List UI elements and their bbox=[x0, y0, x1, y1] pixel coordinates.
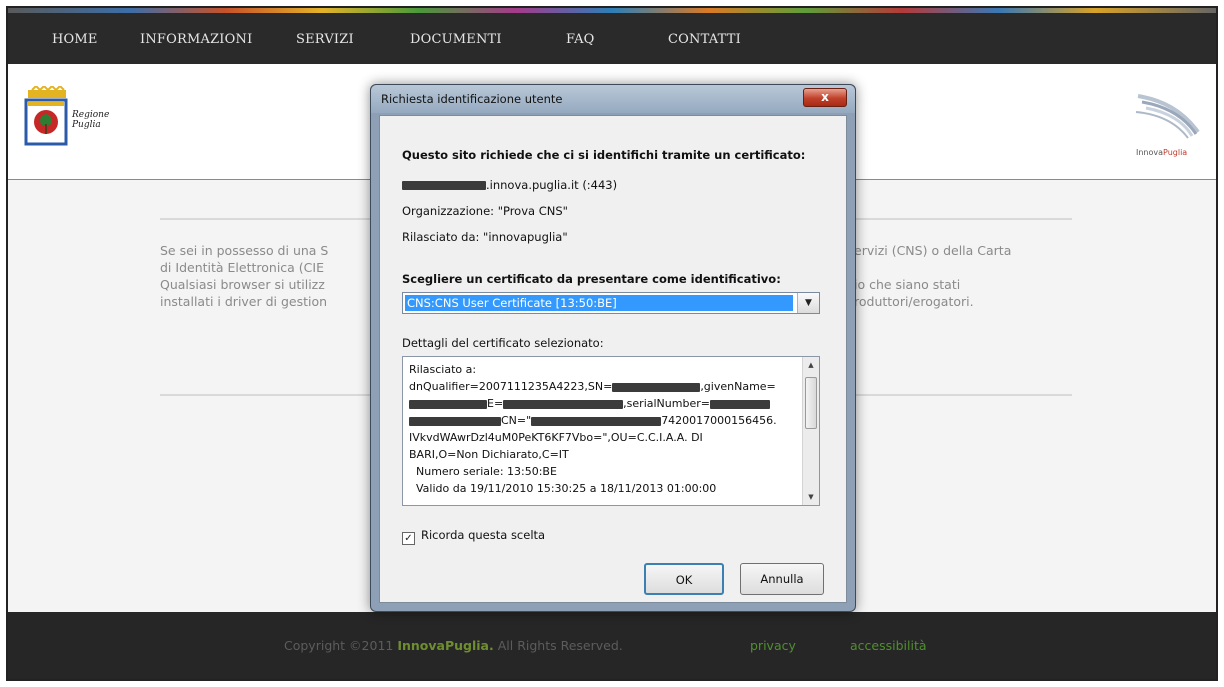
nav-documenti[interactable]: DOCUMENTI bbox=[410, 32, 502, 47]
details-email: E= bbox=[487, 397, 504, 410]
chevron-down-icon[interactable]: ▼ bbox=[797, 293, 819, 313]
scroll-up-icon[interactable]: ▲ bbox=[803, 357, 819, 373]
certificate-details-text: Rilasciato a: dnQualifier=2007111235A422… bbox=[409, 361, 805, 497]
redacted-serial bbox=[709, 399, 770, 409]
details-line-5: IVkvdWAwrDzl4uM0PeKT6KF7Vbo=",OU=C.C.I.A… bbox=[409, 431, 703, 444]
innovapuglia-logo[interactable]: InnovaPuglia bbox=[1132, 92, 1208, 162]
site-suffix: .innova.puglia.it (:443) bbox=[486, 178, 618, 192]
ok-button[interactable]: OK bbox=[644, 563, 724, 595]
puglia-brand-label: Puglia bbox=[1163, 148, 1188, 157]
remember-choice[interactable]: ✓ Ricorda questa scelta bbox=[402, 528, 545, 545]
details-line-4: CN=" 7420017000156456. bbox=[409, 412, 805, 429]
rights-text: All Rights Reserved. bbox=[497, 638, 623, 653]
site-footer: Copyright ©2011 InnovaPuglia. All Rights… bbox=[8, 612, 1216, 679]
nav-contatti[interactable]: CONTATTI bbox=[668, 32, 741, 47]
regione-label: Regione bbox=[72, 110, 110, 120]
organization-text: Organizzazione: "Prova CNS" bbox=[402, 204, 568, 218]
intro-right-line-2 bbox=[854, 259, 1094, 276]
details-line-6: BARI,O=Non Dichiarato,C=IT bbox=[409, 448, 569, 461]
scroll-down-icon[interactable]: ▼ bbox=[803, 489, 819, 505]
details-scrollbar[interactable]: ▲ ▼ bbox=[802, 357, 819, 505]
dialog-title: Richiesta identificazione utente bbox=[381, 92, 563, 106]
site-address: .innova.puglia.it (:443) bbox=[402, 178, 617, 192]
regione-puglia-logo[interactable]: Regione Puglia bbox=[24, 84, 114, 146]
remember-label: Ricorda questa scelta bbox=[421, 528, 546, 542]
choose-cert-label: Scegliere un certificato da presentare c… bbox=[402, 272, 781, 286]
redacted-email bbox=[503, 399, 624, 409]
footer-brand: InnovaPuglia. bbox=[397, 638, 494, 653]
top-navigation-bar: HOME INFORMAZIONI SERVIZI DOCUMENTI FAQ … bbox=[8, 8, 1216, 64]
dialog-titlebar[interactable]: Richiesta identificazione utente x bbox=[371, 85, 855, 113]
redacted-cn bbox=[531, 416, 662, 426]
cancel-button[interactable]: Annulla bbox=[740, 563, 824, 595]
details-line-7: Numero seriale: 13:50:BE bbox=[409, 465, 557, 478]
certificate-select[interactable]: CNS:CNS User Certificate [13:50:BE] ▼ bbox=[402, 292, 820, 314]
privacy-link[interactable]: privacy bbox=[750, 638, 796, 653]
intro-right-line-4: roduttori/erogatori. bbox=[854, 294, 974, 309]
issuer-text: Rilasciato da: "innovapuglia" bbox=[402, 230, 568, 244]
puglia-label: Puglia bbox=[72, 120, 101, 130]
details-label: Dettagli del certificato selezionato: bbox=[402, 336, 604, 350]
nav-informazioni[interactable]: INFORMAZIONI bbox=[140, 32, 252, 47]
intro-right-line-3: io che siano stati bbox=[854, 277, 961, 292]
copyright-prefix: Copyright ©2011 bbox=[284, 638, 394, 653]
redacted-surname bbox=[612, 382, 701, 392]
details-givenname: ,givenName= bbox=[700, 380, 776, 393]
intro-text-right: ervizi (CNS) o della Carta io che siano … bbox=[854, 242, 1094, 310]
details-line-8: Valido da 19/11/2010 15:30:25 a 18/11/20… bbox=[409, 482, 717, 495]
dialog-intro: Questo sito richiede che ci si identific… bbox=[402, 148, 806, 162]
details-line-2: dnQualifier=2007111235A4223,SN= ,givenNam… bbox=[409, 378, 805, 395]
nav-home[interactable]: HOME bbox=[52, 32, 98, 47]
redacted-cn-prefix bbox=[409, 416, 501, 426]
nav-faq[interactable]: FAQ bbox=[566, 32, 595, 47]
color-stripe bbox=[8, 8, 1216, 13]
certificate-details-box[interactable]: Rilasciato a: dnQualifier=2007111235A422… bbox=[402, 356, 820, 506]
certificate-dialog: Richiesta identificazione utente x Quest… bbox=[370, 84, 856, 612]
copyright-text: Copyright ©2011 InnovaPuglia. All Rights… bbox=[284, 638, 623, 653]
remember-checkbox[interactable]: ✓ bbox=[402, 532, 415, 545]
intro-right-line-1: ervizi (CNS) o della Carta bbox=[854, 243, 1012, 258]
details-dnqualifier: dnQualifier=2007111235A4223,SN= bbox=[409, 380, 613, 393]
accessibility-link[interactable]: accessibilità bbox=[850, 638, 927, 653]
browser-viewport: HOME INFORMAZIONI SERVIZI DOCUMENTI FAQ … bbox=[6, 6, 1218, 681]
details-line-3: E= ,serialNumber= bbox=[409, 395, 805, 412]
selected-certificate: CNS:CNS User Certificate [13:50:BE] bbox=[405, 295, 793, 311]
innova-label: Innova bbox=[1136, 148, 1164, 157]
nav-servizi[interactable]: SERVIZI bbox=[296, 32, 354, 47]
redacted-name bbox=[409, 399, 487, 409]
details-cn-suffix: 7420017000156456. bbox=[661, 414, 777, 427]
innovapuglia-swoosh-icon bbox=[1135, 94, 1200, 139]
dialog-close-button[interactable]: x bbox=[803, 88, 847, 107]
scroll-thumb[interactable] bbox=[805, 377, 817, 429]
details-line-1: Rilasciato a: bbox=[409, 363, 477, 376]
dialog-body: Questo sito richiede che ci si identific… bbox=[379, 115, 847, 603]
details-cn: CN=" bbox=[501, 414, 532, 427]
redacted-hostname bbox=[402, 181, 486, 190]
details-serialnumber: ,serialNumber= bbox=[623, 397, 710, 410]
